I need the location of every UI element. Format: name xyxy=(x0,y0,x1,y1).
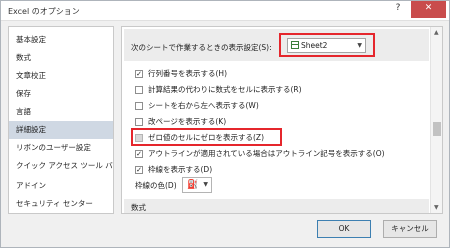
checkbox-page-breaks[interactable] xyxy=(135,118,143,126)
window-title: Excel のオプション xyxy=(8,7,80,16)
chevron-down-icon: ▼ xyxy=(203,181,208,188)
highlight-box-zero xyxy=(131,128,282,146)
category-sidebar: 基本設定 数式 文章校正 保存 言語 詳細設定 リボンのユーザー設定 クイック … xyxy=(8,26,114,214)
checkbox-right-to-left[interactable] xyxy=(135,102,143,110)
sidebar-item-customize-ribbon[interactable]: リボンのユーザー設定 xyxy=(9,139,113,157)
option-label: 枠線を表示する(D) xyxy=(148,165,213,174)
option-label: 行列番号を表示する(H) xyxy=(148,69,227,78)
scroll-down-icon[interactable]: ▼ xyxy=(434,204,439,211)
sidebar-item-proofing[interactable]: 文章校正 xyxy=(9,67,113,85)
paint-bucket-icon: ⛽ xyxy=(187,180,199,190)
checkbox-show-formulas[interactable] xyxy=(135,86,143,94)
option-label: 計算結果の代わりに数式をセルに表示する(R) xyxy=(148,85,302,94)
checkbox-gridlines[interactable]: ✓ xyxy=(135,166,143,174)
scroll-up-icon[interactable]: ▲ xyxy=(434,29,439,36)
vertical-scrollbar[interactable]: ▲ ▼ xyxy=(430,27,442,213)
formulas-section: 数式 xyxy=(124,199,429,213)
sidebar-item-save[interactable]: 保存 xyxy=(9,85,113,103)
help-button[interactable]: ? xyxy=(387,1,409,18)
cancel-button[interactable]: キャンセル xyxy=(383,220,437,238)
lower-section-label: 数式 xyxy=(131,203,146,212)
option-label: 改ページを表示する(K) xyxy=(148,117,227,126)
options-dialog: Excel のオプション ? ✕ 基本設定 数式 文章校正 保存 言語 詳細設定… xyxy=(0,0,450,248)
option-label: アウトラインが適用されている場合はアウトライン記号を表示する(O) xyxy=(148,149,385,158)
scroll-thumb[interactable] xyxy=(433,122,441,136)
highlight-box-sheet xyxy=(279,33,375,57)
ok-button[interactable]: OK xyxy=(317,220,371,238)
checkbox-row-headers[interactable]: ✓ xyxy=(135,70,143,78)
sidebar-item-language[interactable]: 言語 xyxy=(9,103,113,121)
option-label: シートを右から左へ表示する(W) xyxy=(148,101,259,110)
title-bar: Excel のオプション ? ✕ xyxy=(1,1,449,21)
display-options-section: 次のシートで作業するときの表示設定(S): Sheet2 ▼ xyxy=(124,29,429,61)
settings-panel: 次のシートで作業するときの表示設定(S): Sheet2 ▼ ✓ 行列番号を表示… xyxy=(121,26,443,214)
gridline-color-label: 枠線の色(D) xyxy=(135,181,177,190)
close-button[interactable]: ✕ xyxy=(411,1,446,18)
sidebar-item-trust-center[interactable]: セキュリティ センター xyxy=(9,195,113,213)
sidebar-item-general[interactable]: 基本設定 xyxy=(9,31,113,49)
sidebar-item-addins[interactable]: アドイン xyxy=(9,177,113,195)
gridline-color-picker[interactable]: ⛽ ▼ xyxy=(182,177,212,193)
sidebar-item-advanced[interactable]: 詳細設定 xyxy=(9,121,113,139)
sidebar-item-quick-access-toolbar[interactable]: クイック アクセス ツール バー xyxy=(9,157,113,175)
section-label: 次のシートで作業するときの表示設定(S): xyxy=(131,43,272,52)
sidebar-item-formulas[interactable]: 数式 xyxy=(9,49,113,67)
checkbox-outline-symbols[interactable]: ✓ xyxy=(135,150,143,158)
